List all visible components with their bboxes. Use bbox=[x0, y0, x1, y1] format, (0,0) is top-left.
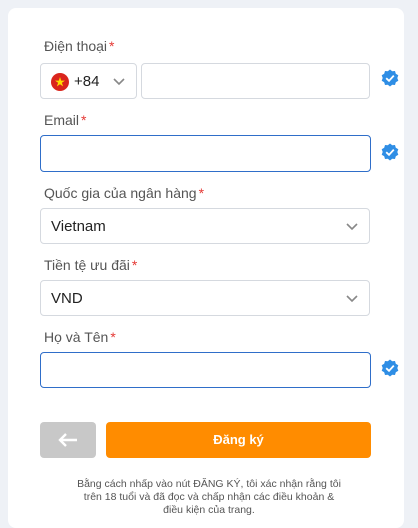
verified-check-icon bbox=[381, 143, 399, 161]
bank-country-label: Quốc gia của ngân hàng * bbox=[44, 185, 205, 201]
currency-label: Tiền tệ ưu đãi * bbox=[44, 257, 138, 273]
verified-check-icon bbox=[381, 69, 399, 87]
phone-input[interactable] bbox=[141, 63, 370, 99]
register-button[interactable]: Đăng ký bbox=[106, 422, 371, 458]
currency-select[interactable]: VND bbox=[40, 280, 370, 316]
country-code-select[interactable]: +84 bbox=[40, 63, 137, 99]
email-label: Email * bbox=[44, 112, 87, 128]
full-name-input[interactable] bbox=[40, 352, 371, 388]
phone-label: Điện thoại * bbox=[44, 38, 115, 54]
chevron-down-icon bbox=[346, 295, 358, 303]
chevron-down-icon bbox=[113, 78, 125, 86]
bank-country-select[interactable]: Vietnam bbox=[40, 208, 370, 244]
terms-note: Bằng cách nhấp vào nút ĐĂNG KÝ, tôi xác … bbox=[77, 478, 341, 516]
currency-value: VND bbox=[51, 290, 83, 307]
bank-country-value: Vietnam bbox=[51, 218, 106, 235]
back-button[interactable] bbox=[40, 422, 96, 458]
email-input[interactable] bbox=[40, 135, 371, 172]
verified-check-icon bbox=[381, 359, 399, 377]
vietnam-flag-icon bbox=[51, 73, 69, 91]
chevron-down-icon bbox=[346, 223, 358, 231]
country-code-value: +84 bbox=[74, 73, 100, 90]
full-name-label: Họ và Tên * bbox=[44, 329, 116, 345]
arrow-left-icon bbox=[58, 433, 77, 447]
